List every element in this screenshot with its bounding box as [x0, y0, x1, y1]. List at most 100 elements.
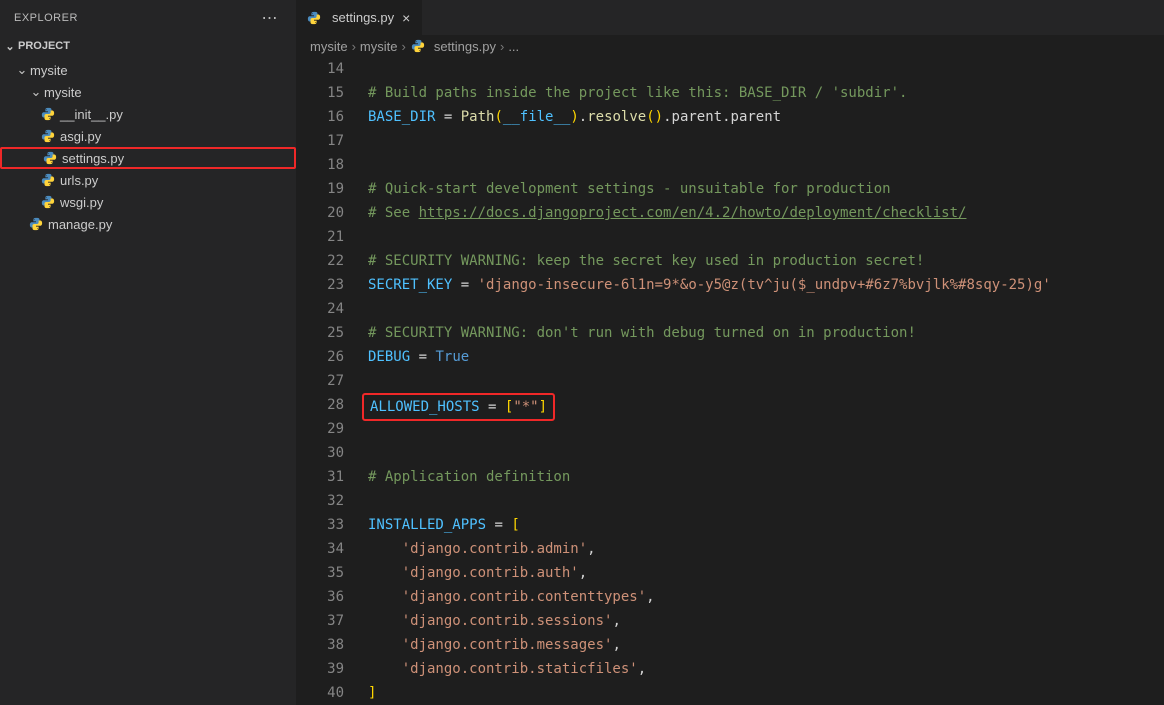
line-number: 40: [296, 681, 344, 705]
line-number: 38: [296, 633, 344, 657]
line-number: 18: [296, 153, 344, 177]
line-number: 35: [296, 561, 344, 585]
folder-mysite-inner[interactable]: ⌄ mysite: [0, 81, 296, 103]
line-number: 25: [296, 321, 344, 345]
breadcrumb-item[interactable]: mysite: [360, 39, 398, 54]
code-line[interactable]: [368, 129, 1164, 153]
chevron-right-icon: ›: [500, 39, 504, 54]
tab-bar: settings.py ×: [296, 0, 1164, 35]
tab-settings[interactable]: settings.py ×: [296, 0, 423, 35]
code-line[interactable]: # Build paths inside the project like th…: [368, 81, 1164, 105]
code-line[interactable]: 'django.contrib.auth',: [368, 561, 1164, 585]
file-label: settings.py: [62, 151, 124, 166]
line-number: 33: [296, 513, 344, 537]
code-editor[interactable]: 1415161718192021222324252627282930313233…: [296, 57, 1164, 705]
code-line[interactable]: 'django.contrib.messages',: [368, 633, 1164, 657]
python-icon: [40, 107, 56, 121]
code-line[interactable]: 'django.contrib.contenttypes',: [368, 585, 1164, 609]
line-number: 26: [296, 345, 344, 369]
chevron-down-icon: ⌄: [28, 84, 44, 100]
code-line[interactable]: [368, 297, 1164, 321]
code-line[interactable]: ]: [368, 681, 1164, 705]
line-number: 39: [296, 657, 344, 681]
line-number: 17: [296, 129, 344, 153]
sidebar: EXPLORER ⋯ ⌄ PROJECT ⌄ mysite ⌄ mysite _…: [0, 0, 296, 705]
code-line[interactable]: [368, 441, 1164, 465]
code-content[interactable]: # Build paths inside the project like th…: [368, 57, 1164, 705]
file-item[interactable]: wsgi.py: [0, 191, 296, 213]
file-label: urls.py: [60, 173, 98, 188]
python-icon: [42, 151, 58, 165]
explorer-header: EXPLORER ⋯: [0, 0, 296, 35]
line-number: 20: [296, 201, 344, 225]
python-icon: [306, 11, 322, 25]
code-line[interactable]: BASE_DIR = Path(__file__).resolve().pare…: [368, 105, 1164, 129]
line-number: 29: [296, 417, 344, 441]
code-line[interactable]: [368, 57, 1164, 81]
line-number: 19: [296, 177, 344, 201]
chevron-down-icon: ⌄: [2, 40, 18, 53]
breadcrumbs[interactable]: mysite › mysite › settings.py › ...: [296, 35, 1164, 57]
code-line[interactable]: [368, 369, 1164, 393]
file-label: __init__.py: [60, 107, 123, 122]
line-number: 23: [296, 273, 344, 297]
file-item[interactable]: __init__.py: [0, 103, 296, 125]
editor-area: settings.py × mysite › mysite › settings…: [296, 0, 1164, 705]
code-line[interactable]: 'django.contrib.staticfiles',: [368, 657, 1164, 681]
code-line[interactable]: [368, 489, 1164, 513]
line-number: 21: [296, 225, 344, 249]
code-line[interactable]: INSTALLED_APPS = [: [368, 513, 1164, 537]
tab-label: settings.py: [332, 10, 394, 25]
line-number: 37: [296, 609, 344, 633]
code-line[interactable]: 'django.contrib.sessions',: [368, 609, 1164, 633]
chevron-right-icon: ›: [401, 39, 405, 54]
line-number: 30: [296, 441, 344, 465]
chevron-right-icon: ›: [352, 39, 356, 54]
explorer-title: EXPLORER: [14, 12, 78, 24]
line-number: 34: [296, 537, 344, 561]
file-label: asgi.py: [60, 129, 101, 144]
line-number: 22: [296, 249, 344, 273]
line-number: 15: [296, 81, 344, 105]
python-icon: [40, 129, 56, 143]
code-line[interactable]: # SECURITY WARNING: keep the secret key …: [368, 249, 1164, 273]
breadcrumb-item[interactable]: ...: [508, 39, 519, 54]
line-number: 31: [296, 465, 344, 489]
close-icon[interactable]: ×: [400, 10, 412, 26]
python-icon: [40, 195, 56, 209]
code-line[interactable]: # Application definition: [368, 465, 1164, 489]
file-label: wsgi.py: [60, 195, 103, 210]
code-line[interactable]: SECRET_KEY = 'django-insecure-6l1n=9*&o-…: [368, 273, 1164, 297]
project-header[interactable]: ⌄ PROJECT: [0, 35, 296, 57]
file-tree: ⌄ mysite ⌄ mysite __init__.py asgi.py sett…: [0, 57, 296, 235]
line-number: 32: [296, 489, 344, 513]
line-number: 24: [296, 297, 344, 321]
line-number: 16: [296, 105, 344, 129]
folder-label: mysite: [44, 85, 82, 100]
line-number: 27: [296, 369, 344, 393]
line-number: 28: [296, 393, 344, 417]
python-icon: [28, 217, 44, 231]
file-item[interactable]: asgi.py: [0, 125, 296, 147]
file-item[interactable]: manage.py: [0, 213, 296, 235]
code-line[interactable]: # See https://docs.djangoproject.com/en/…: [368, 201, 1164, 225]
code-line[interactable]: ALLOWED_HOSTS = ["*"]: [368, 393, 1164, 417]
code-line[interactable]: [368, 225, 1164, 249]
python-icon: [40, 173, 56, 187]
file-item[interactable]: settings.py: [0, 147, 296, 169]
breadcrumb-item[interactable]: mysite: [310, 39, 348, 54]
folder-label: mysite: [30, 63, 68, 78]
file-label: manage.py: [48, 217, 112, 232]
project-label: PROJECT: [18, 40, 70, 52]
file-item[interactable]: urls.py: [0, 169, 296, 191]
code-line[interactable]: # Quick-start development settings - uns…: [368, 177, 1164, 201]
code-line[interactable]: 'django.contrib.admin',: [368, 537, 1164, 561]
folder-mysite[interactable]: ⌄ mysite: [0, 59, 296, 81]
code-line[interactable]: [368, 153, 1164, 177]
chevron-down-icon: ⌄: [14, 62, 30, 78]
code-line[interactable]: DEBUG = True: [368, 345, 1164, 369]
breadcrumb-item[interactable]: settings.py: [434, 39, 496, 54]
code-line[interactable]: # SECURITY WARNING: don't run with debug…: [368, 321, 1164, 345]
line-gutter: 1415161718192021222324252627282930313233…: [296, 57, 368, 705]
more-icon[interactable]: ⋯: [262, 8, 279, 28]
